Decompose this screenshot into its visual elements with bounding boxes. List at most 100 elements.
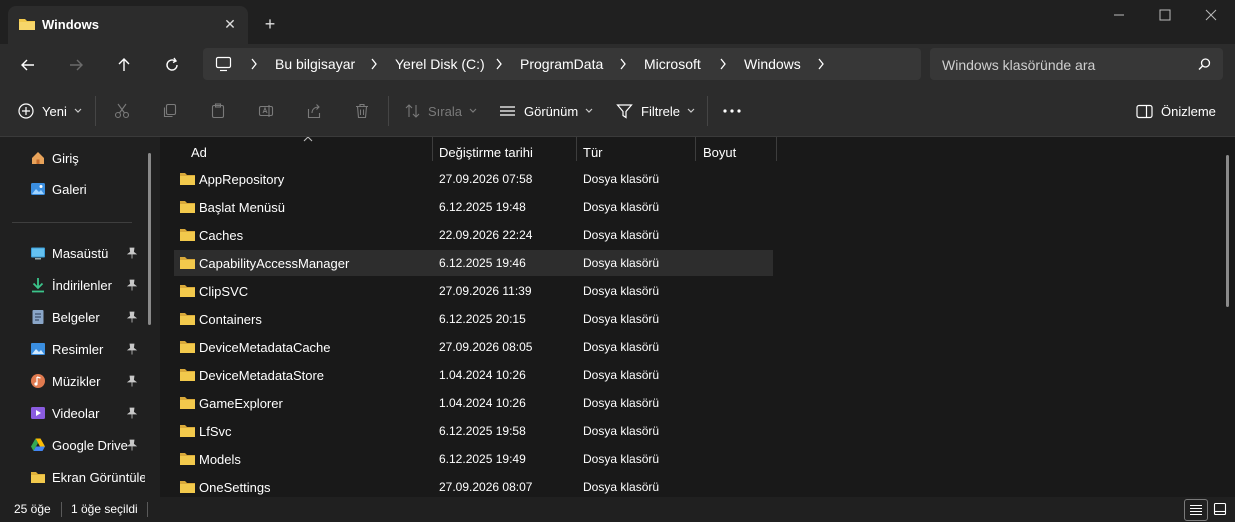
back-button[interactable] [13, 50, 43, 80]
sidebar-item-label: Videolar [52, 405, 100, 421]
pin-icon[interactable] [126, 439, 138, 451]
toolbar-divider [388, 96, 389, 126]
column-divider[interactable] [695, 137, 696, 161]
videos-icon [31, 407, 45, 419]
column-divider[interactable] [576, 137, 577, 161]
file-modified: 6.12.2025 19:58 [439, 424, 526, 438]
folder-icon [180, 481, 195, 493]
preview-pane-icon [1136, 104, 1153, 118]
filter-button[interactable]: Filtrele [616, 98, 696, 124]
breadcrumb-microsoft[interactable]: Microsoft [644, 56, 701, 72]
table-row[interactable]: AppRepository 27.09.2026 07:58 Dosya klasö… [174, 166, 773, 192]
folder-icon [180, 285, 195, 297]
table-row[interactable]: GameExplorer 1.04.2024 10:26 Dosya klasörü [174, 390, 773, 416]
file-name: Models [199, 452, 241, 467]
folder-icon [180, 397, 195, 409]
status-divider [147, 502, 148, 517]
file-modified: 1.04.2024 10:26 [439, 368, 526, 382]
file-list-scrollbar[interactable] [1226, 155, 1229, 307]
file-modified: 27.09.2026 11:39 [439, 284, 532, 298]
column-divider[interactable] [776, 137, 777, 161]
pin-icon[interactable] [126, 407, 138, 419]
details-view-icon [1190, 504, 1202, 516]
table-row[interactable]: Models 6.12.2025 19:49 Dosya klasörü [174, 446, 773, 472]
file-type: Dosya klasörü [583, 424, 660, 438]
file-name: AppRepository [199, 172, 285, 187]
search-box [930, 48, 1223, 82]
address-bar[interactable]: Bu bilgisayar Yerel Disk (C:) ProgramDat… [203, 48, 921, 80]
column-divider[interactable] [432, 137, 433, 161]
close-tab-icon[interactable]: ✕ [218, 12, 242, 36]
folder-icon [180, 425, 195, 437]
chevron-right-icon[interactable] [817, 58, 825, 70]
new-tab-button[interactable]: + [258, 12, 282, 36]
chevron-down-icon [469, 108, 477, 113]
copy-button[interactable] [162, 98, 178, 124]
pin-icon[interactable] [126, 279, 138, 291]
new-button[interactable]: Yeni [18, 98, 83, 124]
table-row[interactable]: Containers 6.12.2025 20:15 Dosya klasörü [174, 306, 773, 332]
table-row[interactable]: DeviceMetadataStore 1.04.2024 10:26 Dosya … [174, 362, 773, 388]
file-modified: 6.12.2025 19:46 [439, 256, 526, 270]
close-window-button[interactable] [1188, 0, 1234, 32]
table-row[interactable]: Caches 22.09.2026 22:24 Dosya klasörü [174, 222, 773, 248]
share-button[interactable] [306, 98, 322, 124]
table-row[interactable]: CapabilityAccessManager 6.12.2025 19:46 Do… [174, 250, 773, 276]
breadcrumb-local-disk[interactable]: Yerel Disk (C:) [395, 56, 485, 72]
file-name: DeviceMetadataCache [199, 340, 331, 355]
sidebar-item-screenshots[interactable]: Ekran Görüntüle [30, 464, 145, 490]
delete-button[interactable] [354, 98, 370, 124]
rename-icon [258, 105, 274, 117]
view-label: Görünüm [524, 103, 579, 119]
refresh-button[interactable] [157, 50, 187, 80]
column-header-type[interactable]: Tür [583, 141, 603, 165]
pin-icon[interactable] [126, 311, 138, 323]
music-icon [31, 374, 45, 388]
column-header-name[interactable]: Ad [191, 141, 207, 165]
paste-button[interactable] [210, 98, 226, 124]
pin-icon[interactable] [126, 343, 138, 355]
table-row[interactable]: DeviceMetadataCache 27.09.2026 08:05 Dosya… [174, 334, 773, 360]
cut-button[interactable] [114, 98, 130, 124]
file-modified: 22.09.2026 22:24 [439, 228, 533, 242]
table-row[interactable]: LfSvc 6.12.2025 19:58 Dosya klasörü [174, 418, 773, 444]
desktop-icon [31, 247, 45, 260]
pin-icon[interactable] [126, 375, 138, 387]
view-button[interactable]: Görünüm [499, 98, 594, 124]
breadcrumb-windows[interactable]: Windows [744, 56, 801, 72]
column-header-size[interactable]: Boyut [703, 141, 736, 165]
filter-label: Filtrele [641, 103, 681, 119]
file-type: Dosya klasörü [583, 396, 660, 410]
column-header-modified[interactable]: Değiştirme tarihi [439, 141, 533, 165]
preview-pane-button[interactable]: Önizleme [1136, 98, 1216, 124]
file-type: Dosya klasörü [583, 340, 660, 354]
sort-button[interactable]: Sırala [404, 98, 478, 124]
forward-button[interactable] [61, 50, 91, 80]
sidebar-scrollbar[interactable] [148, 153, 151, 325]
minimize-button[interactable] [1096, 0, 1142, 32]
rename-button[interactable] [258, 98, 274, 124]
file-type: Dosya klasörü [583, 284, 660, 298]
table-row[interactable]: OneSettings 27.09.2026 08:07 Dosya klasörü [174, 474, 773, 497]
details-view-button[interactable] [1184, 499, 1208, 521]
folder-icon [180, 369, 195, 381]
pin-icon[interactable] [126, 247, 138, 259]
chevron-down-icon [687, 108, 695, 113]
up-button[interactable] [109, 50, 139, 80]
tab-windows[interactable]: Windows ✕ [8, 6, 248, 44]
trash-icon [356, 103, 368, 119]
search-icon[interactable] [1198, 58, 1211, 71]
sidebar-item-home[interactable]: Giriş [30, 145, 145, 171]
more-options-button[interactable] [722, 98, 742, 124]
table-row[interactable]: ClipSVC 27.09.2026 11:39 Dosya klasörü [174, 278, 773, 304]
tiles-view-button[interactable] [1210, 500, 1230, 520]
breadcrumb-programdata[interactable]: ProgramData [520, 56, 603, 72]
folder-icon [180, 229, 195, 241]
maximize-button[interactable] [1142, 0, 1188, 32]
pictures-icon [31, 343, 45, 355]
search-input[interactable] [940, 48, 1194, 82]
sidebar-item-gallery[interactable]: Galeri [30, 176, 145, 202]
file-name: Caches [199, 228, 244, 243]
table-row[interactable]: Başlat Menüsü 6.12.2025 19:48 Dosya klasör… [174, 194, 773, 220]
breadcrumb-this-pc[interactable]: Bu bilgisayar [275, 56, 355, 72]
